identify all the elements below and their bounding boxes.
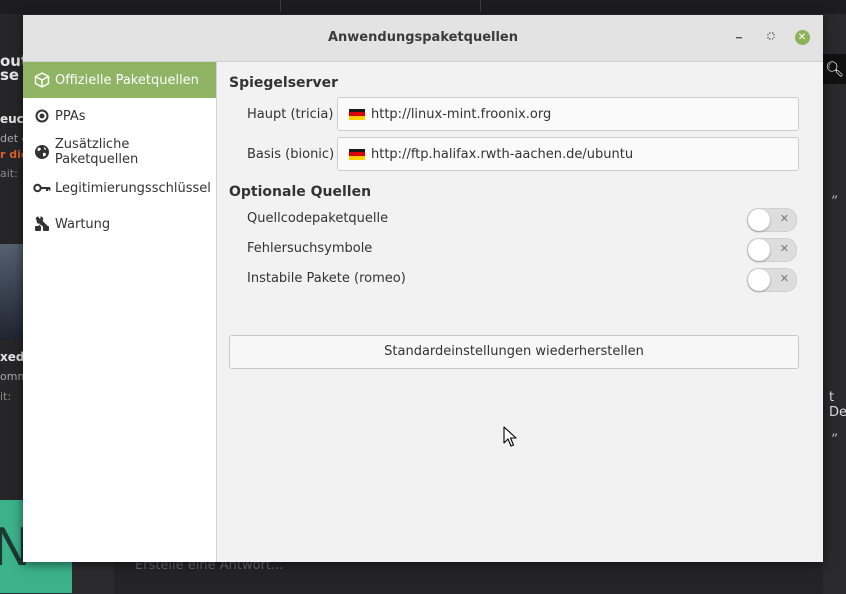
- close-button[interactable]: ✕: [793, 29, 811, 47]
- close-icon: ✕: [794, 30, 810, 45]
- toggle-off-icon: ✕: [779, 272, 789, 285]
- sidebar-item-label: Legitimierungsschlüssel: [55, 180, 211, 196]
- unstable-packages-toggle[interactable]: ✕: [747, 268, 797, 292]
- background-tabbar: [0, 0, 846, 14]
- optional-section-title: Optionale Quellen: [229, 184, 372, 200]
- background-text: ait:: [0, 167, 18, 180]
- base-mirror-url: http://ftp.halifax.rwth-aachen.de/ubuntu: [371, 146, 634, 162]
- toggle-knob: [748, 239, 770, 261]
- background-text: it:: [0, 390, 12, 403]
- background-right-column: 🔍︎ ” ” t De: [823, 14, 846, 593]
- sidebar-item-label: PPAs: [55, 108, 86, 124]
- background-text: t De: [829, 390, 846, 420]
- sidebar-item-label: Offizielle Paketquellen: [55, 72, 199, 88]
- background-tab: [0, 0, 281, 12]
- sidebar-item-label: Wartung: [55, 216, 111, 232]
- sidebar-item-maintenance[interactable]: Wartung: [23, 206, 216, 242]
- germany-flag-icon: [349, 148, 365, 160]
- unstable-packages-label: Instabile Pakete (romeo): [247, 271, 406, 286]
- window-title: Anwendungspaketquellen: [327, 30, 519, 45]
- globe-icon: [32, 144, 52, 160]
- toggle-knob: [748, 209, 770, 231]
- titlebar[interactable]: Anwendungspaketquellen ✕: [23, 15, 823, 62]
- tools-icon: [32, 216, 52, 232]
- background-text: xed: [0, 350, 25, 364]
- debug-symbols-toggle[interactable]: ✕: [747, 238, 797, 262]
- minimize-button[interactable]: [730, 29, 748, 47]
- main-mirror-selector[interactable]: http://linux-mint.froonix.org: [337, 97, 799, 131]
- mouse-pointer-icon: [503, 426, 517, 447]
- main-mirror-url: http://linux-mint.froonix.org: [371, 106, 552, 122]
- key-icon: [32, 182, 52, 194]
- sidebar-item-label: Zusätzliche Paketquellen: [54, 137, 139, 167]
- base-mirror-selector[interactable]: http://ftp.halifax.rwth-aachen.de/ubuntu: [337, 137, 799, 171]
- main-mirror-label: Haupt (tricia): [247, 107, 334, 122]
- search-icon[interactable]: 🔍︎: [823, 54, 846, 84]
- source-code-toggle[interactable]: ✕: [747, 208, 797, 232]
- sidebar: Offizielle Paketquellen PPAs Zusätzliche…: [23, 62, 217, 562]
- background-text: se: [0, 66, 20, 84]
- background-tab: [280, 0, 481, 12]
- source-code-label: Quellcodepaketquelle: [247, 211, 389, 226]
- box-icon: [32, 72, 52, 88]
- toggle-off-icon: ✕: [779, 212, 789, 225]
- germany-flag-icon: [349, 108, 365, 120]
- quote-icon: ”: [831, 194, 839, 210]
- toggle-knob: [748, 269, 770, 291]
- restore-defaults-button[interactable]: Standardeinstellungen wiederherstellen: [229, 335, 799, 369]
- radio-target-icon: [32, 109, 52, 123]
- maximize-button[interactable]: [762, 29, 780, 47]
- software-sources-window: Anwendungspaketquellen ✕ Offizielle Pake…: [23, 15, 823, 562]
- background-text: euc: [0, 112, 24, 126]
- main-panel: Spiegelserver Haupt (tricia) http://linu…: [229, 62, 799, 562]
- sidebar-item-additional-sources[interactable]: Zusätzliche Paketquellen: [23, 134, 216, 170]
- sidebar-item-ppas[interactable]: PPAs: [23, 98, 216, 134]
- sidebar-item-authentication-keys[interactable]: Legitimierungsschlüssel: [23, 170, 216, 206]
- toggle-off-icon: ✕: [779, 242, 789, 255]
- debug-symbols-label: Fehlersuchsymbole: [247, 241, 373, 256]
- base-mirror-label: Basis (bionic): [247, 147, 335, 162]
- mirrors-section-title: Spiegelserver: [229, 75, 338, 91]
- background-thumbnail: [0, 244, 24, 340]
- quote-icon: ”: [831, 432, 839, 448]
- sidebar-item-official-sources[interactable]: Offizielle Paketquellen: [23, 62, 216, 98]
